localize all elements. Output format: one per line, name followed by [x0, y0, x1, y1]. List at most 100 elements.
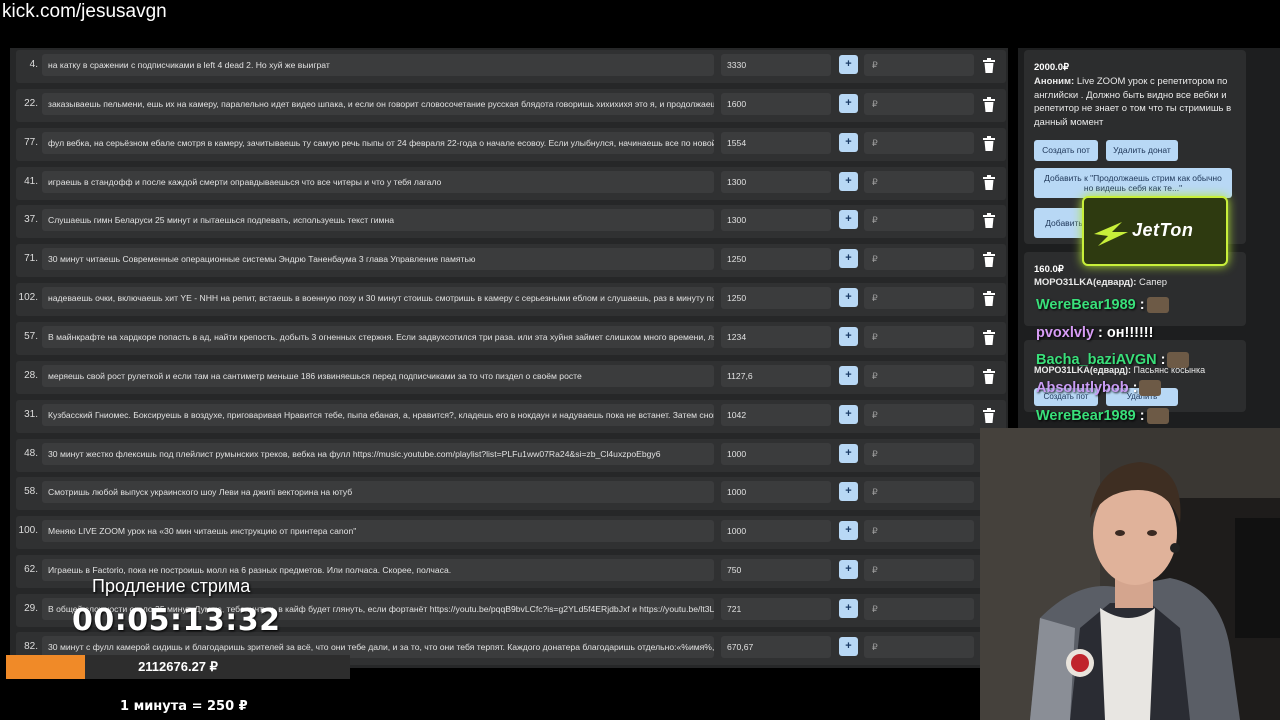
task-amount[interactable]: 1250 [721, 248, 831, 270]
task-description[interactable]: Кузбасский Гниомес. Боксируешь в воздухе… [42, 404, 714, 426]
task-description[interactable]: меряешь свой рост рулеткой и если там на… [42, 365, 714, 387]
amount-input[interactable]: ₽ [864, 598, 974, 620]
amount-input[interactable]: ₽ [864, 443, 974, 465]
trash-icon[interactable] [982, 330, 996, 346]
amount-input[interactable]: ₽ [864, 132, 974, 154]
trash-icon[interactable] [982, 58, 996, 74]
chat-message: Absolutlybob: [1036, 380, 1162, 397]
add-amount-button[interactable]: + [839, 521, 858, 540]
add-amount-button[interactable]: + [839, 249, 858, 268]
chat-username: WereBear1989 [1036, 297, 1136, 313]
delete-donation-button[interactable]: Удалить донат [1106, 140, 1178, 161]
add-to-pot-button[interactable]: Добавить к "Продолжаешь стрим как обычно… [1034, 168, 1232, 198]
amount-input[interactable]: ₽ [864, 93, 974, 115]
trash-icon[interactable] [982, 369, 996, 385]
donation-author: Аноним: [1034, 76, 1075, 87]
task-row: 48. 30 минут жестко флексишь под плейлист… [16, 439, 1006, 472]
amount-input[interactable]: ₽ [864, 54, 974, 76]
trash-icon[interactable] [982, 408, 996, 424]
amount-input[interactable]: ₽ [864, 481, 974, 503]
task-description[interactable]: играешь в стандофф и после каждой смерти… [42, 171, 714, 193]
task-row: 77. фул вебка, на серьёзном ебале смотря … [16, 128, 1006, 161]
task-description[interactable]: 30 минут жестко флексишь под плейлист ру… [42, 443, 714, 465]
add-amount-button[interactable]: + [839, 637, 858, 656]
task-amount[interactable]: 670,67 [721, 636, 831, 658]
task-row: 28. меряешь свой рост рулеткой и если там… [16, 361, 1006, 394]
task-amount[interactable]: 1600 [721, 93, 831, 115]
amount-input[interactable]: ₽ [864, 209, 974, 231]
task-amount[interactable]: 1300 [721, 209, 831, 231]
chat-emote-icon [1146, 297, 1169, 314]
chat-message: pvoxlvly: он!!!!!! [1036, 325, 1153, 341]
add-amount-button[interactable]: + [839, 327, 858, 346]
trash-icon[interactable] [982, 175, 996, 191]
amount-input[interactable]: ₽ [864, 404, 974, 426]
amount-input[interactable]: ₽ [864, 248, 974, 270]
task-amount[interactable]: 1234 [721, 326, 831, 348]
add-amount-button[interactable]: + [839, 560, 858, 579]
donation-amount: 2000.0₽ [1034, 62, 1070, 73]
task-description[interactable]: Смотришь любой выпуск украинского шоу Ле… [42, 481, 714, 503]
donation-total: 2112676.27 ₽ [138, 659, 218, 674]
add-amount-button[interactable]: + [839, 482, 858, 501]
task-number: 37. [24, 214, 38, 225]
channel-watermark: kick.com/jesusavgn [2, 1, 167, 22]
amount-input[interactable]: ₽ [864, 365, 974, 387]
task-number: 100. [18, 525, 38, 536]
streamer-webcam-image [980, 428, 1280, 720]
add-amount-button[interactable]: + [839, 172, 858, 191]
add-amount-button[interactable]: + [839, 405, 858, 424]
task-description[interactable]: Меняю LIVE ZOOM урок на «30 мин читаешь … [42, 520, 714, 542]
amount-input[interactable]: ₽ [864, 636, 974, 658]
task-description[interactable]: 30 минут читаешь Современные операционны… [42, 248, 714, 270]
add-amount-button[interactable]: + [839, 288, 858, 307]
task-description[interactable]: на катку в сражении с подписчиками в lef… [42, 54, 714, 76]
add-amount-button[interactable]: + [839, 94, 858, 113]
task-amount[interactable]: 3330 [721, 54, 831, 76]
add-amount-button[interactable]: + [839, 366, 858, 385]
chat-emote-icon [1167, 352, 1190, 369]
task-amount[interactable]: 1042 [721, 404, 831, 426]
amount-input[interactable]: ₽ [864, 171, 974, 193]
trash-icon[interactable] [982, 213, 996, 229]
task-amount[interactable]: 721 [721, 598, 831, 620]
task-description[interactable]: В майнкрафте на хардкоре попасть в ад, н… [42, 326, 714, 348]
jetton-arrow-icon [1094, 222, 1128, 246]
task-number: 29. [24, 603, 38, 614]
task-amount[interactable]: 1000 [721, 520, 831, 542]
trash-icon[interactable] [982, 97, 996, 113]
task-description[interactable]: Слушаешь гимн Беларуси 25 минут и пытаеш… [42, 209, 714, 231]
stream-overlay: kick.com/jesusavgn 4. на катку в сражении… [0, 0, 1280, 720]
donation-progress-bar: 2112676.27 ₽ [6, 655, 350, 679]
task-amount[interactable]: 1554 [721, 132, 831, 154]
add-amount-button[interactable]: + [839, 444, 858, 463]
amount-input[interactable]: ₽ [864, 520, 974, 542]
task-amount[interactable]: 1000 [721, 443, 831, 465]
amount-input[interactable]: ₽ [864, 559, 974, 581]
task-description[interactable]: фул вебка, на серьёзном ебале смотря в к… [42, 132, 714, 154]
task-description[interactable]: заказываешь пельмени, ешь их на камеру, … [42, 93, 714, 115]
task-amount[interactable]: 1250 [721, 287, 831, 309]
task-amount[interactable]: 750 [721, 559, 831, 581]
task-amount[interactable]: 1000 [721, 481, 831, 503]
task-row: 31. Кузбасский Гниомес. Боксируешь в возд… [16, 400, 1006, 433]
trash-icon[interactable] [982, 291, 996, 307]
create-pot-button[interactable]: Создать пот [1034, 140, 1098, 161]
task-description[interactable]: надеваешь очки, включаешь хит YE - NHH н… [42, 287, 714, 309]
task-number: 57. [24, 331, 38, 342]
add-amount-button[interactable]: + [839, 133, 858, 152]
add-amount-button[interactable]: + [839, 210, 858, 229]
chat-username: Bacha_baziAVGN [1036, 352, 1157, 368]
trash-icon[interactable] [982, 252, 996, 268]
task-number: 4. [29, 59, 38, 70]
amount-input[interactable]: ₽ [864, 326, 974, 348]
add-amount-button[interactable]: + [839, 599, 858, 618]
amount-input[interactable]: ₽ [864, 287, 974, 309]
trash-icon[interactable] [982, 136, 996, 152]
task-row: 37. Слушаешь гимн Беларуси 25 минут и пыт… [16, 205, 1006, 238]
task-amount[interactable]: 1127,6 [721, 365, 831, 387]
task-amount[interactable]: 1300 [721, 171, 831, 193]
add-amount-button[interactable]: + [839, 55, 858, 74]
task-number: 22. [24, 98, 38, 109]
chat-separator: : [1139, 297, 1145, 313]
